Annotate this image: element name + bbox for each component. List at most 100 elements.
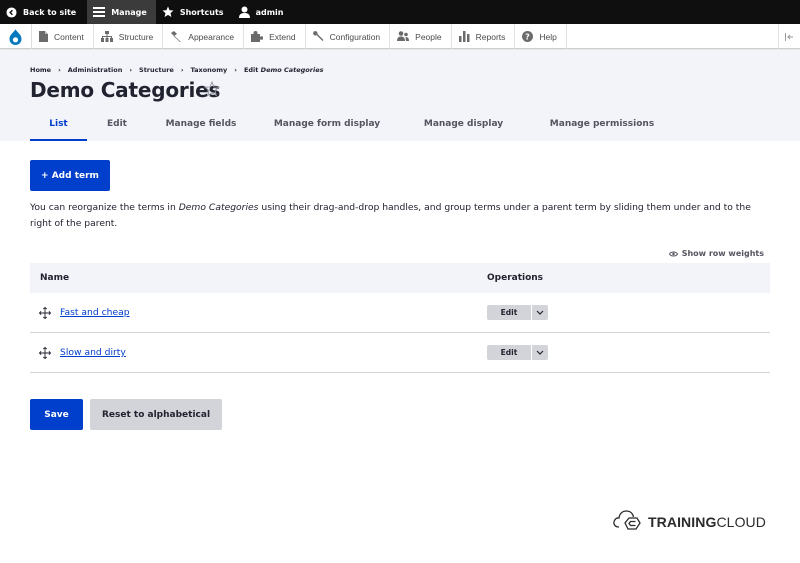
operations-toggle[interactable] <box>532 305 548 320</box>
breadcrumb-structure[interactable]: Structure <box>139 66 174 74</box>
tab-manage-display[interactable]: Manage display <box>399 119 528 141</box>
back-arrow-icon <box>6 6 17 18</box>
tray-item-label: Configuration <box>329 31 381 42</box>
page-title: Demo Categories <box>30 78 221 102</box>
tray-item-label: Content <box>54 31 84 42</box>
show-row-weights-label: Show row weights <box>681 249 764 258</box>
primary-tabs: List Edit Manage fields Manage form disp… <box>30 119 676 141</box>
tray-item-label: Help <box>539 31 557 42</box>
chevron-down-icon <box>536 310 544 315</box>
breadcrumb-separator: › <box>58 66 61 74</box>
terms-table: Name Operations Fast and cheap Edit Slow… <box>30 263 770 373</box>
tab-label: Manage form display <box>273 119 381 129</box>
admin-toolbar: Back to site Manage Shortcuts admin <box>0 0 800 24</box>
help-text: You can reorganize the terms in Demo Cat… <box>30 200 772 232</box>
tab-label: Manage fields <box>165 119 237 129</box>
watermark-bold: TRAINING <box>648 514 717 530</box>
manage-label: Manage <box>111 7 147 17</box>
user-tab[interactable]: admin <box>233 0 293 24</box>
tray-item-label: People <box>415 31 442 42</box>
page-header: Home › Administration › Structure › Taxo… <box>0 50 800 141</box>
column-header-name: Name <box>40 273 70 283</box>
manage-tab[interactable]: Manage <box>87 0 156 24</box>
content-icon <box>39 31 48 42</box>
watermark-regular: CLOUD <box>716 514 766 530</box>
tray-item-appearance[interactable]: Appearance <box>163 24 245 49</box>
breadcrumb-separator: › <box>234 66 237 74</box>
drag-handle-icon[interactable] <box>38 346 52 360</box>
tray-item-label: Reports <box>475 31 506 42</box>
tray-item-extend[interactable]: Extend <box>244 24 306 49</box>
eye-icon <box>668 250 678 257</box>
breadcrumb-administration[interactable]: Administration <box>68 66 123 74</box>
breadcrumb: Home › Administration › Structure › Taxo… <box>30 66 323 74</box>
tab-label: Manage permissions <box>549 119 655 129</box>
shortcuts-tab[interactable]: Shortcuts <box>156 0 233 24</box>
operations-dropbutton: Edit <box>487 305 548 320</box>
tab-manage-fields[interactable]: Manage fields <box>147 119 255 141</box>
operations-toggle[interactable] <box>532 345 548 360</box>
tray-item-reports[interactable]: Reports <box>452 24 516 49</box>
breadcrumb-current-name: Demo Categories <box>260 66 324 74</box>
cloud-logo-icon <box>612 508 642 536</box>
column-header-operations: Operations <box>487 273 544 283</box>
wrench-icon <box>312 31 324 42</box>
table-header: Name Operations <box>30 263 770 293</box>
help-icon: ? <box>522 31 534 42</box>
tab-label: List <box>49 119 68 129</box>
add-term-button[interactable]: + Add term <box>30 160 110 191</box>
table-row: Slow and dirty Edit <box>30 333 770 373</box>
star-icon <box>162 6 174 18</box>
extend-icon <box>251 31 264 42</box>
trainingcloud-watermark: TRAININGCLOUD <box>612 508 766 536</box>
table-row: Fast and cheap Edit <box>30 293 770 333</box>
operations-dropbutton: Edit <box>487 345 548 360</box>
chevron-down-icon <box>536 350 544 355</box>
help-text-vocabulary: Demo Categories <box>178 202 259 213</box>
breadcrumb-separator: › <box>180 66 184 74</box>
tray-item-label: Extend <box>269 31 296 42</box>
svg-text:?: ? <box>526 32 531 41</box>
tray-item-people[interactable]: People <box>390 24 452 49</box>
tray-item-label: Structure <box>118 31 154 42</box>
tab-label: Manage display <box>423 119 504 129</box>
tray-orientation-toggle[interactable] <box>778 24 800 49</box>
hamburger-icon <box>93 7 106 17</box>
people-icon <box>397 31 410 42</box>
appearance-icon <box>170 31 182 42</box>
back-to-site-label: Back to site <box>23 7 77 17</box>
tray-item-configuration[interactable]: Configuration <box>306 24 391 49</box>
shortcut-star-icon[interactable] <box>203 80 221 97</box>
collapse-arrow-icon <box>785 32 793 41</box>
breadcrumb-current-prefix: Edit <box>243 66 259 74</box>
back-to-site-link[interactable]: Back to site <box>0 0 85 24</box>
reset-alphabetical-button[interactable]: Reset to alphabetical <box>90 399 222 430</box>
tray-item-content[interactable]: Content <box>32 24 94 49</box>
term-link[interactable]: Slow and dirty <box>60 347 126 358</box>
structure-icon <box>100 31 113 42</box>
tab-manage-form-display[interactable]: Manage form display <box>255 119 399 141</box>
tab-manage-permissions[interactable]: Manage permissions <box>528 119 676 141</box>
term-link[interactable]: Fast and cheap <box>60 307 130 318</box>
tray-item-structure[interactable]: Structure <box>94 24 164 49</box>
show-row-weights-button[interactable]: Show row weights <box>668 249 764 258</box>
breadcrumb-taxonomy[interactable]: Taxonomy <box>191 66 228 74</box>
edit-term-button[interactable]: Edit <box>487 305 531 320</box>
edit-term-button[interactable]: Edit <box>487 345 531 360</box>
shortcuts-label: Shortcuts <box>179 7 224 17</box>
watermark-text: TRAININGCLOUD <box>648 514 766 530</box>
breadcrumb-home[interactable]: Home <box>30 66 51 74</box>
drupal-logo-icon[interactable] <box>0 24 32 49</box>
tab-edit[interactable]: Edit <box>87 119 147 141</box>
user-icon <box>238 6 250 18</box>
breadcrumb-separator: › <box>129 66 133 74</box>
tray-item-help[interactable]: ? Help <box>515 24 567 49</box>
drag-handle-icon[interactable] <box>38 306 52 320</box>
tray-item-label: Appearance <box>188 31 235 42</box>
breadcrumb-current[interactable]: Edit Demo Categories <box>244 66 324 74</box>
save-button[interactable]: Save <box>30 399 83 430</box>
tab-list[interactable]: List <box>30 119 87 141</box>
user-label: admin <box>255 7 284 17</box>
admin-tray: Content Structure Appearance Extend Conf… <box>0 24 800 49</box>
reports-icon <box>458 31 470 42</box>
